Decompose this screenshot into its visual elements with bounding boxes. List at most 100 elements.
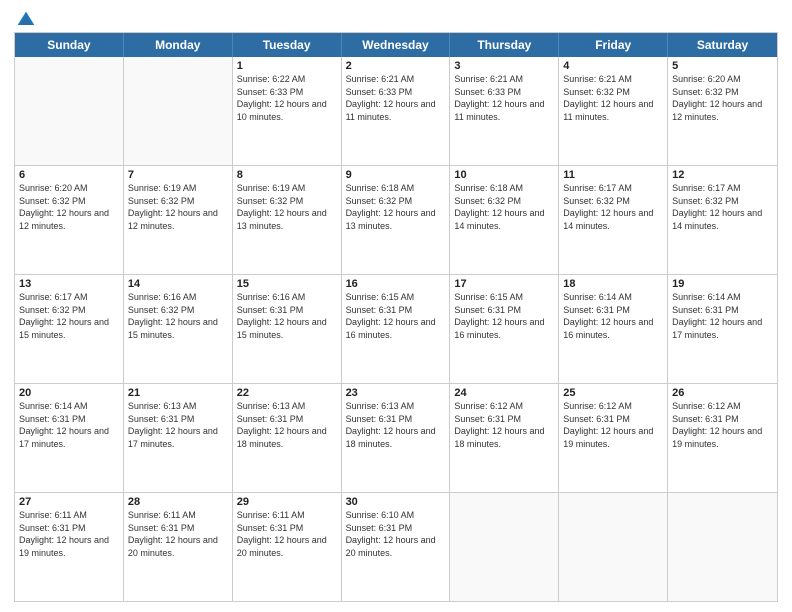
- calendar-body: 1Sunrise: 6:22 AM Sunset: 6:33 PM Daylig…: [15, 57, 777, 601]
- day-number: 14: [128, 278, 228, 290]
- calendar-cell: 29Sunrise: 6:11 AM Sunset: 6:31 PM Dayli…: [233, 493, 342, 601]
- header: [14, 10, 778, 26]
- calendar-cell: 11Sunrise: 6:17 AM Sunset: 6:32 PM Dayli…: [559, 166, 668, 274]
- day-info: Sunrise: 6:13 AM Sunset: 6:31 PM Dayligh…: [237, 400, 337, 450]
- calendar-cell: 6Sunrise: 6:20 AM Sunset: 6:32 PM Daylig…: [15, 166, 124, 274]
- calendar-cell: 5Sunrise: 6:20 AM Sunset: 6:32 PM Daylig…: [668, 57, 777, 165]
- calendar-cell: [559, 493, 668, 601]
- day-info: Sunrise: 6:21 AM Sunset: 6:33 PM Dayligh…: [346, 73, 446, 123]
- calendar-cell: 16Sunrise: 6:15 AM Sunset: 6:31 PM Dayli…: [342, 275, 451, 383]
- calendar-cell: [668, 493, 777, 601]
- calendar-cell: 26Sunrise: 6:12 AM Sunset: 6:31 PM Dayli…: [668, 384, 777, 492]
- logo: [14, 10, 36, 26]
- cal-header-day: Sunday: [15, 33, 124, 57]
- calendar-cell: 7Sunrise: 6:19 AM Sunset: 6:32 PM Daylig…: [124, 166, 233, 274]
- day-number: 29: [237, 496, 337, 508]
- day-number: 28: [128, 496, 228, 508]
- day-info: Sunrise: 6:15 AM Sunset: 6:31 PM Dayligh…: [346, 291, 446, 341]
- calendar-week-row: 1Sunrise: 6:22 AM Sunset: 6:33 PM Daylig…: [15, 57, 777, 165]
- day-number: 9: [346, 169, 446, 181]
- day-info: Sunrise: 6:19 AM Sunset: 6:32 PM Dayligh…: [237, 182, 337, 232]
- day-info: Sunrise: 6:17 AM Sunset: 6:32 PM Dayligh…: [672, 182, 773, 232]
- day-number: 23: [346, 387, 446, 399]
- calendar-cell: 15Sunrise: 6:16 AM Sunset: 6:31 PM Dayli…: [233, 275, 342, 383]
- calendar-week-row: 20Sunrise: 6:14 AM Sunset: 6:31 PM Dayli…: [15, 383, 777, 492]
- day-info: Sunrise: 6:13 AM Sunset: 6:31 PM Dayligh…: [128, 400, 228, 450]
- day-number: 18: [563, 278, 663, 290]
- day-number: 26: [672, 387, 773, 399]
- day-number: 22: [237, 387, 337, 399]
- day-info: Sunrise: 6:12 AM Sunset: 6:31 PM Dayligh…: [672, 400, 773, 450]
- calendar-cell: 4Sunrise: 6:21 AM Sunset: 6:32 PM Daylig…: [559, 57, 668, 165]
- calendar-cell: [15, 57, 124, 165]
- day-number: 13: [19, 278, 119, 290]
- calendar-cell: 9Sunrise: 6:18 AM Sunset: 6:32 PM Daylig…: [342, 166, 451, 274]
- cal-header-day: Wednesday: [342, 33, 451, 57]
- day-info: Sunrise: 6:21 AM Sunset: 6:33 PM Dayligh…: [454, 73, 554, 123]
- day-number: 1: [237, 60, 337, 72]
- calendar-cell: 22Sunrise: 6:13 AM Sunset: 6:31 PM Dayli…: [233, 384, 342, 492]
- logo-icon: [16, 10, 36, 30]
- day-info: Sunrise: 6:17 AM Sunset: 6:32 PM Dayligh…: [19, 291, 119, 341]
- page: SundayMondayTuesdayWednesdayThursdayFrid…: [0, 0, 792, 612]
- day-number: 24: [454, 387, 554, 399]
- calendar-cell: 18Sunrise: 6:14 AM Sunset: 6:31 PM Dayli…: [559, 275, 668, 383]
- day-info: Sunrise: 6:10 AM Sunset: 6:31 PM Dayligh…: [346, 509, 446, 559]
- day-info: Sunrise: 6:22 AM Sunset: 6:33 PM Dayligh…: [237, 73, 337, 123]
- day-number: 12: [672, 169, 773, 181]
- day-number: 10: [454, 169, 554, 181]
- day-info: Sunrise: 6:16 AM Sunset: 6:31 PM Dayligh…: [237, 291, 337, 341]
- cal-header-day: Thursday: [450, 33, 559, 57]
- day-number: 3: [454, 60, 554, 72]
- calendar-cell: 19Sunrise: 6:14 AM Sunset: 6:31 PM Dayli…: [668, 275, 777, 383]
- day-info: Sunrise: 6:21 AM Sunset: 6:32 PM Dayligh…: [563, 73, 663, 123]
- calendar-cell: 23Sunrise: 6:13 AM Sunset: 6:31 PM Dayli…: [342, 384, 451, 492]
- calendar-cell: 17Sunrise: 6:15 AM Sunset: 6:31 PM Dayli…: [450, 275, 559, 383]
- day-info: Sunrise: 6:12 AM Sunset: 6:31 PM Dayligh…: [454, 400, 554, 450]
- calendar-cell: 21Sunrise: 6:13 AM Sunset: 6:31 PM Dayli…: [124, 384, 233, 492]
- day-number: 6: [19, 169, 119, 181]
- day-info: Sunrise: 6:20 AM Sunset: 6:32 PM Dayligh…: [19, 182, 119, 232]
- day-info: Sunrise: 6:11 AM Sunset: 6:31 PM Dayligh…: [19, 509, 119, 559]
- day-number: 4: [563, 60, 663, 72]
- calendar-cell: 2Sunrise: 6:21 AM Sunset: 6:33 PM Daylig…: [342, 57, 451, 165]
- calendar-cell: 14Sunrise: 6:16 AM Sunset: 6:32 PM Dayli…: [124, 275, 233, 383]
- cal-header-day: Tuesday: [233, 33, 342, 57]
- cal-header-day: Saturday: [668, 33, 777, 57]
- calendar-cell: 30Sunrise: 6:10 AM Sunset: 6:31 PM Dayli…: [342, 493, 451, 601]
- calendar-cell: 8Sunrise: 6:19 AM Sunset: 6:32 PM Daylig…: [233, 166, 342, 274]
- cal-header-day: Friday: [559, 33, 668, 57]
- day-number: 25: [563, 387, 663, 399]
- calendar-cell: 24Sunrise: 6:12 AM Sunset: 6:31 PM Dayli…: [450, 384, 559, 492]
- calendar-cell: [124, 57, 233, 165]
- day-info: Sunrise: 6:15 AM Sunset: 6:31 PM Dayligh…: [454, 291, 554, 341]
- day-info: Sunrise: 6:17 AM Sunset: 6:32 PM Dayligh…: [563, 182, 663, 232]
- day-number: 30: [346, 496, 446, 508]
- calendar-cell: 13Sunrise: 6:17 AM Sunset: 6:32 PM Dayli…: [15, 275, 124, 383]
- day-number: 11: [563, 169, 663, 181]
- calendar-week-row: 13Sunrise: 6:17 AM Sunset: 6:32 PM Dayli…: [15, 274, 777, 383]
- day-info: Sunrise: 6:19 AM Sunset: 6:32 PM Dayligh…: [128, 182, 228, 232]
- day-info: Sunrise: 6:12 AM Sunset: 6:31 PM Dayligh…: [563, 400, 663, 450]
- calendar-cell: 25Sunrise: 6:12 AM Sunset: 6:31 PM Dayli…: [559, 384, 668, 492]
- day-number: 16: [346, 278, 446, 290]
- day-info: Sunrise: 6:11 AM Sunset: 6:31 PM Dayligh…: [237, 509, 337, 559]
- day-info: Sunrise: 6:14 AM Sunset: 6:31 PM Dayligh…: [672, 291, 773, 341]
- day-number: 17: [454, 278, 554, 290]
- day-number: 7: [128, 169, 228, 181]
- calendar-cell: 27Sunrise: 6:11 AM Sunset: 6:31 PM Dayli…: [15, 493, 124, 601]
- day-number: 21: [128, 387, 228, 399]
- day-info: Sunrise: 6:14 AM Sunset: 6:31 PM Dayligh…: [563, 291, 663, 341]
- day-info: Sunrise: 6:20 AM Sunset: 6:32 PM Dayligh…: [672, 73, 773, 123]
- cal-header-day: Monday: [124, 33, 233, 57]
- day-info: Sunrise: 6:14 AM Sunset: 6:31 PM Dayligh…: [19, 400, 119, 450]
- day-number: 27: [19, 496, 119, 508]
- calendar-week-row: 6Sunrise: 6:20 AM Sunset: 6:32 PM Daylig…: [15, 165, 777, 274]
- calendar: SundayMondayTuesdayWednesdayThursdayFrid…: [14, 32, 778, 602]
- day-number: 20: [19, 387, 119, 399]
- calendar-header: SundayMondayTuesdayWednesdayThursdayFrid…: [15, 33, 777, 57]
- day-info: Sunrise: 6:13 AM Sunset: 6:31 PM Dayligh…: [346, 400, 446, 450]
- day-number: 19: [672, 278, 773, 290]
- day-number: 15: [237, 278, 337, 290]
- calendar-cell: 3Sunrise: 6:21 AM Sunset: 6:33 PM Daylig…: [450, 57, 559, 165]
